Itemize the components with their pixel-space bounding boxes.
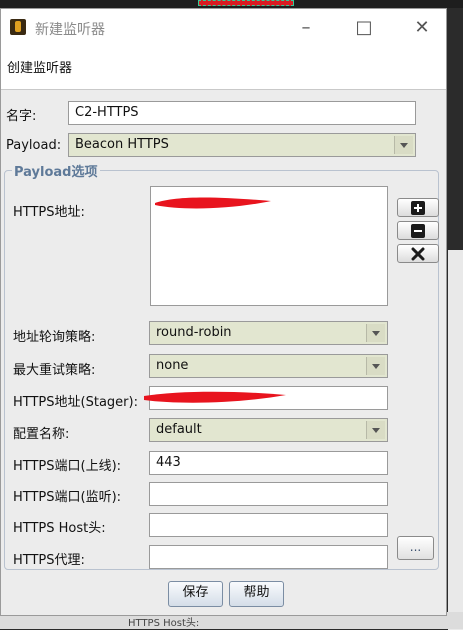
- add-host-button[interactable]: [397, 198, 439, 217]
- chevron-down-icon[interactable]: [366, 421, 385, 439]
- payload-label: Payload:: [6, 138, 62, 153]
- redacted-stager-host: [144, 391, 286, 403]
- save-button[interactable]: 保存: [168, 581, 223, 607]
- port-bind-field[interactable]: [149, 482, 388, 506]
- profile-label: 配置名称:: [13, 427, 70, 442]
- background-label: HTTPS Host头:: [128, 618, 200, 629]
- rotate-strategy-select[interactable]: round-robin: [149, 321, 388, 345]
- https-hosts-label: HTTPS地址:: [13, 205, 85, 220]
- help-button[interactable]: 帮助: [229, 581, 284, 607]
- proxy-label: HTTPS代理:: [13, 553, 85, 568]
- stager-host-label: HTTPS地址(Stager):: [13, 395, 138, 410]
- remove-host-button[interactable]: [397, 221, 439, 240]
- background-tab: [198, 0, 294, 6]
- host-header-field[interactable]: [149, 513, 388, 537]
- dialog-description: 创建监听器: [7, 61, 73, 76]
- title-bar[interactable]: 新建监听器 – □ ✕: [1, 9, 446, 47]
- chevron-down-icon[interactable]: [394, 136, 413, 154]
- max-retry-value: none: [156, 358, 189, 373]
- close-icon[interactable]: ✕: [406, 15, 438, 41]
- port-c2-label: HTTPS端口(上线):: [13, 459, 122, 474]
- port-c2-field[interactable]: 443: [149, 451, 388, 475]
- proxy-settings-button[interactable]: ...: [397, 536, 434, 560]
- profile-value: default: [156, 422, 202, 437]
- host-header-label: HTTPS Host头:: [13, 521, 106, 536]
- app-icon: [10, 19, 26, 35]
- clear-icon: [411, 247, 425, 261]
- minimize-icon[interactable]: –: [290, 15, 322, 41]
- max-retry-label: 最大重试策略:: [13, 363, 96, 378]
- name-field[interactable]: C2-HTTPS: [68, 101, 416, 125]
- port-bind-label: HTTPS端口(监听):: [13, 490, 122, 505]
- rotate-strategy-value: round-robin: [156, 325, 232, 340]
- proxy-field[interactable]: [149, 545, 388, 569]
- maximize-icon[interactable]: □: [348, 15, 380, 41]
- rotate-strategy-label: 地址轮询策略:: [13, 330, 96, 345]
- payload-select-value: Beacon HTTPS: [75, 137, 169, 152]
- profile-select[interactable]: default: [149, 418, 388, 442]
- dialog-header: 创建监听器: [1, 47, 446, 90]
- add-icon: [411, 201, 425, 215]
- redacted-host-entry: [155, 197, 271, 209]
- background-panel: [448, 250, 463, 630]
- payload-select[interactable]: Beacon HTTPS: [68, 133, 416, 157]
- window-title: 新建监听器: [35, 22, 105, 38]
- name-label: 名字:: [6, 109, 37, 124]
- clear-hosts-button[interactable]: [397, 244, 439, 263]
- max-retry-select[interactable]: none: [149, 354, 388, 378]
- https-hosts-list[interactable]: [150, 186, 388, 306]
- chevron-down-icon[interactable]: [366, 357, 385, 375]
- remove-icon: [411, 224, 425, 238]
- chevron-down-icon[interactable]: [366, 324, 385, 342]
- payload-options-title: Payload选项: [12, 161, 100, 180]
